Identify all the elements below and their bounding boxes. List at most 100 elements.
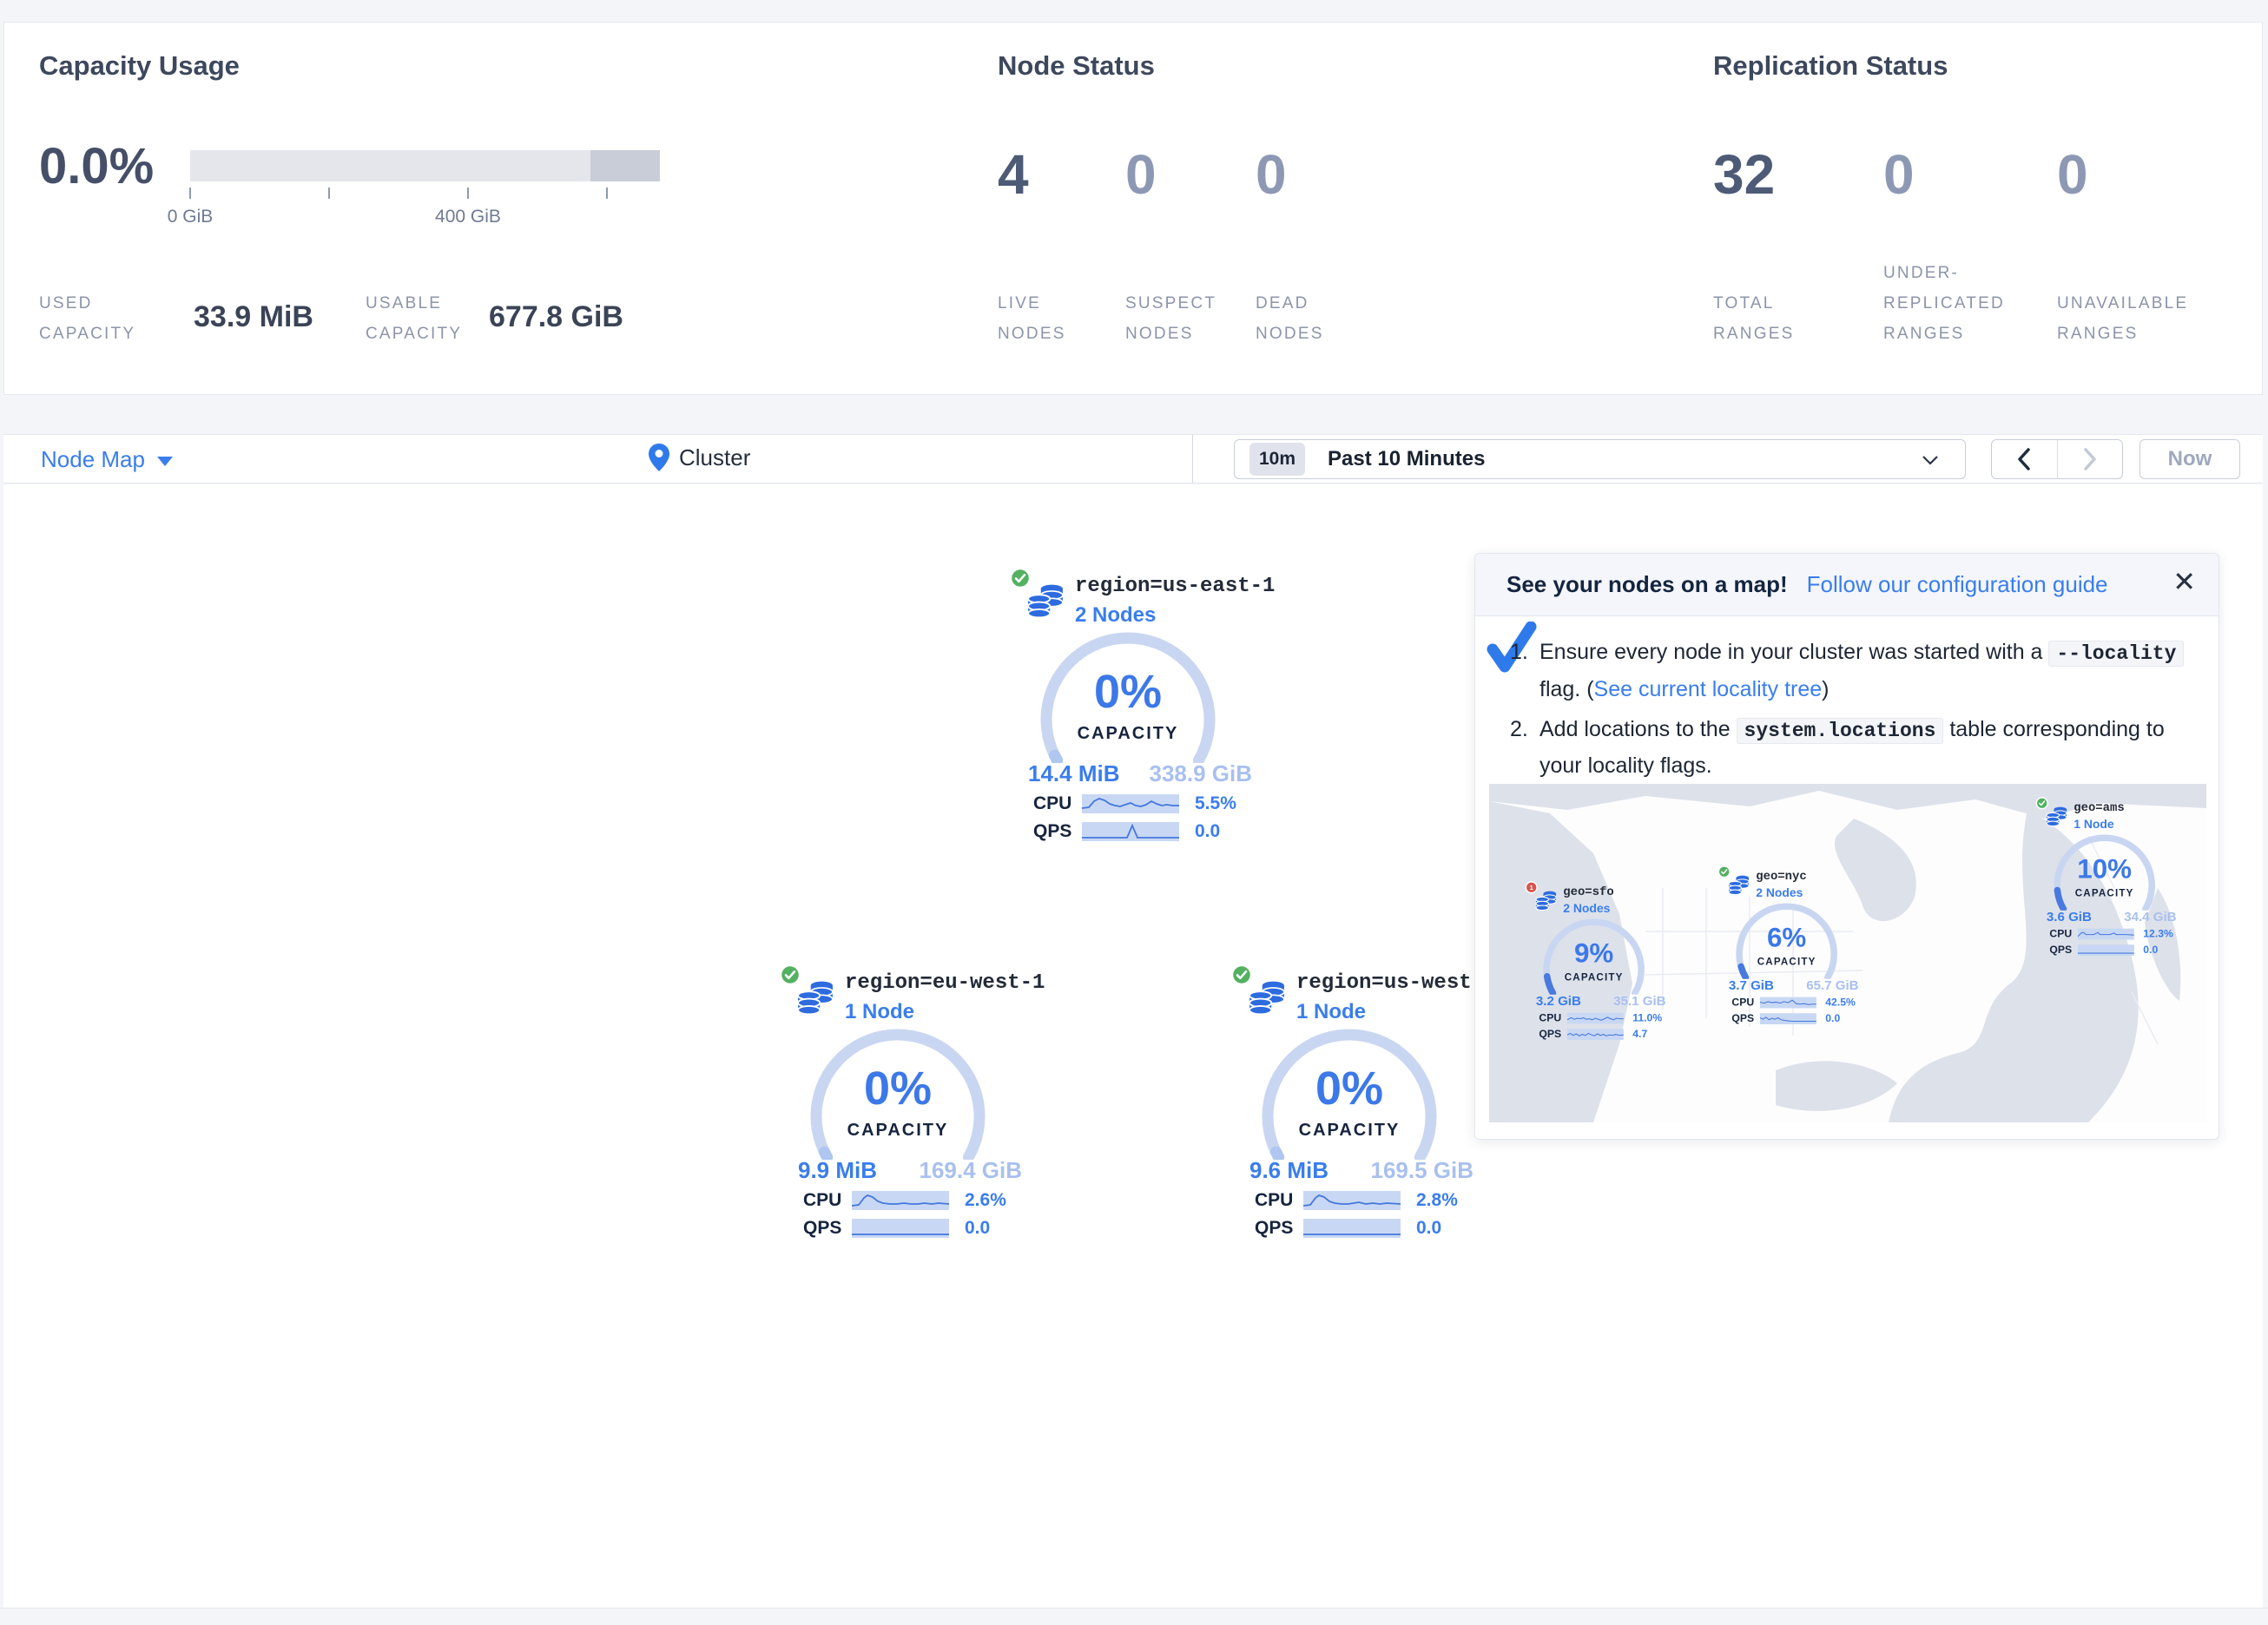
locality-node-count: 2 Nodes: [1563, 902, 1610, 916]
cpu-sparkline: [1303, 1191, 1401, 1210]
cpu-value: 42.5%: [1825, 997, 1856, 1009]
time-range-label: Past 10 Minutes: [1328, 447, 1485, 471]
capacity-total-value: 34.4 GiB: [2124, 909, 2176, 924]
mini-locality-geo-nyc: geo=nyc 2 Nodes 6% CAPACITY 3.7 GiB 65.7…: [1717, 858, 1857, 1029]
locality-eu-west-1[interactable]: region=eu-west-1 1 Node 0% CAPACITY 9.9 …: [777, 951, 1020, 1246]
capacity-usage-bar: [190, 150, 660, 181]
cpu-label: CPU: [2049, 928, 2077, 940]
map-pin-icon: [648, 443, 670, 472]
capacity-total-value: 169.4 GiB: [919, 1157, 1022, 1184]
qps-value: 0.0: [1416, 1218, 1441, 1239]
locality-tree-link[interactable]: See current locality tree: [1594, 677, 1823, 701]
qps-value: 4.7: [1632, 1029, 1647, 1041]
cpu-label: CPU: [1255, 1190, 1303, 1211]
page-footer-strip: [0, 1608, 2268, 1625]
capacity-percent: 9%: [1540, 938, 1648, 969]
capacity-percent: 0%: [1035, 665, 1221, 719]
capacity-label: CAPACITY: [805, 1121, 991, 1141]
time-step-forward-button[interactable]: [2058, 440, 2123, 478]
qps-label: QPS: [1255, 1218, 1303, 1239]
capacity-total-value: 338.9 GiB: [1149, 760, 1252, 787]
capacity-percent: 0%: [1256, 1062, 1442, 1115]
time-range-badge: 10m: [1249, 443, 1305, 476]
capacity-axis-label-400: 400 GiB: [399, 207, 537, 227]
locality-node-count: 2 Nodes: [1075, 603, 1156, 628]
qps-sparkline: [1760, 1013, 1816, 1024]
capacity-axis-tick: [328, 188, 330, 199]
breadcrumb[interactable]: Cluster: [648, 443, 750, 472]
step-number: 1.: [1510, 634, 1539, 707]
qps-label: QPS: [2049, 944, 2077, 957]
capacity-label: CAPACITY: [2051, 888, 2159, 899]
qps-label: QPS: [1731, 1013, 1759, 1025]
suspect-nodes-label: SUSPECT NODES: [1125, 288, 1243, 349]
locality-name: geo=sfo: [1563, 885, 1613, 899]
node-status-title: Node Status: [998, 50, 1155, 82]
capacity-axis-label-0: 0 GiB: [121, 207, 260, 227]
capacity-usage-title: Capacity Usage: [39, 50, 240, 82]
database-stack-icon: [1026, 583, 1065, 620]
capacity-used-value: 3.2 GiB: [1536, 993, 1581, 1009]
cpu-label: CPU: [1539, 1012, 1566, 1024]
locality-us-east-1[interactable]: region=us-east-1 2 Nodes 0% CAPACITY 14.…: [1007, 554, 1250, 849]
mini-locality-geo-ams: geo=ams 1 Node 10% CAPACITY 3.6 GiB 34.4…: [2034, 789, 2175, 960]
replication-status-title: Replication Status: [1713, 50, 1948, 82]
capacity-used-value: 9.9 MiB: [798, 1157, 877, 1184]
capacity-percent: 6%: [1733, 922, 1841, 953]
toolbar-divider: [1192, 435, 1193, 483]
capacity-usage-bar-nonusable: [590, 150, 660, 181]
instruction-step-1: 1. Ensure every node in your cluster was…: [1510, 634, 2189, 707]
chevron-down-icon: [157, 457, 173, 466]
qps-label: QPS: [803, 1218, 852, 1239]
capacity-used-value: 14.4 MiB: [1028, 760, 1120, 787]
locality-name: region=us-east-1: [1075, 575, 1275, 598]
total-ranges-value: 32: [1713, 142, 1775, 207]
cpu-value: 2.8%: [1416, 1190, 1458, 1211]
capacity-used-value: 3.7 GiB: [1729, 977, 1774, 993]
svg-text:1: 1: [1530, 884, 1533, 891]
live-nodes-label: LIVE NODES: [998, 288, 1098, 349]
under-replicated-value: 0: [1883, 142, 1915, 207]
mini-locality-geo-sfo: 1 geo=sfo 2 Nodes 9% CAPACITY 3.2 GiB 35…: [1524, 873, 1665, 1044]
capacity-percent: 10%: [2051, 853, 2159, 885]
locality-us-west-1[interactable]: region=us-west-1 1 Node 0% CAPACITY 9.6 …: [1229, 951, 1472, 1246]
cpu-label: CPU: [1033, 793, 1082, 814]
locality-node-count: 1 Node: [845, 1000, 914, 1024]
capacity-total-value: 169.5 GiB: [1370, 1157, 1474, 1184]
capacity-label: CAPACITY: [1733, 957, 1841, 968]
node-map-config-popup: See your nodes on a map! Follow our conf…: [1474, 553, 2219, 1140]
popup-title: See your nodes on a map!: [1507, 571, 1788, 598]
qps-value: 0.0: [1825, 1013, 1840, 1025]
popup-header: See your nodes on a map! Follow our conf…: [1475, 554, 2219, 616]
configuration-guide-link[interactable]: Follow our configuration guide: [1807, 571, 2108, 598]
instruction-step-2: 2. Add locations to the system.locations…: [1510, 711, 2189, 785]
now-button[interactable]: Now: [2139, 439, 2240, 479]
capacity-used-value: 3.6 GiB: [2047, 909, 2092, 924]
time-step-back-button[interactable]: [1992, 440, 2058, 478]
locality-name: region=us-west-1: [1296, 971, 1496, 995]
capacity-used-value: 9.6 MiB: [1249, 1157, 1328, 1184]
code-locality-flag: --locality: [2048, 641, 2184, 667]
used-capacity-value: 33.9 MiB: [194, 300, 313, 334]
locality-name: region=eu-west-1: [845, 971, 1045, 995]
cpu-label: CPU: [803, 1190, 852, 1211]
code-system-locations: system.locations: [1737, 718, 1944, 744]
time-range-dropdown[interactable]: 10m Past 10 Minutes: [1234, 439, 1966, 479]
qps-value: 0.0: [965, 1218, 990, 1239]
qps-sparkline: [1567, 1029, 1624, 1040]
view-selector-dropdown[interactable]: Node Map: [41, 446, 173, 473]
close-icon[interactable]: ✕: [2172, 568, 2196, 595]
cpu-label: CPU: [1731, 997, 1759, 1009]
capacity-percent: 0%: [805, 1062, 991, 1115]
locality-node-count: 2 Nodes: [1756, 886, 1803, 900]
cpu-value: 2.6%: [965, 1190, 1006, 1211]
capacity-label: CAPACITY: [1256, 1121, 1442, 1141]
view-selector-label: Node Map: [41, 446, 145, 473]
capacity-usage-percent: 0.0%: [39, 137, 154, 195]
cpu-sparkline: [852, 1191, 949, 1210]
cpu-sparkline: [1082, 794, 1179, 813]
qps-sparkline: [852, 1219, 949, 1238]
qps-label: QPS: [1033, 821, 1082, 842]
breadcrumb-label: Cluster: [679, 444, 750, 471]
time-step-buttons: [1991, 439, 2123, 479]
